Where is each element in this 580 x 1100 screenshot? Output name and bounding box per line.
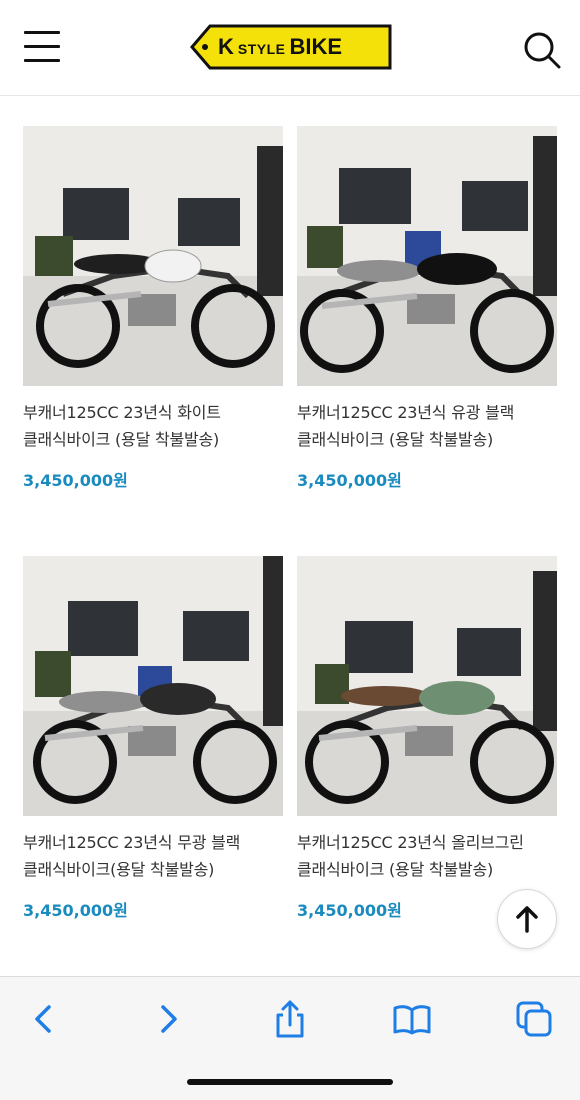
logo-text: K STYLE BIKE <box>218 24 342 70</box>
site-logo[interactable]: K STYLE BIKE <box>190 24 393 70</box>
back-icon[interactable] <box>24 999 64 1039</box>
product-card[interactable]: 부캐너125CC 23년식 무광 블랙 클래식바이크(용달 착불발송) 3,45… <box>23 556 283 921</box>
product-title[interactable]: 부캐너125CC 23년식 화이트 클래식바이크 (용달 착불발송) <box>23 399 283 453</box>
product-title[interactable]: 부캐너125CC 23년식 유광 블랙 클래식바이크 (용달 착불발송) <box>297 399 557 453</box>
scroll-top-button[interactable] <box>497 889 557 949</box>
product-price: 3,450,000원 <box>23 471 128 490</box>
product-card[interactable]: 부캐너125CC 23년식 올리브그린 클래식바이크 (용달 착불발송) 3,4… <box>297 556 557 921</box>
product-image[interactable] <box>297 556 557 816</box>
product-price: 3,450,000원 <box>297 471 402 490</box>
site-header: K STYLE BIKE <box>0 0 580 96</box>
product-price: 3,450,000원 <box>23 901 128 920</box>
hamburger-menu-icon[interactable] <box>24 31 60 63</box>
tabs-icon[interactable] <box>514 999 554 1039</box>
logo-bike: BIKE <box>289 34 343 59</box>
share-icon[interactable] <box>270 999 310 1039</box>
product-image[interactable] <box>23 126 283 386</box>
product-grid: 부캐너125CC 23년식 화이트 클래식바이크 (용달 착불발송) 3,450… <box>0 96 580 976</box>
logo-style: STYLE <box>237 41 286 57</box>
forward-icon[interactable] <box>148 999 188 1039</box>
bookmarks-icon[interactable] <box>392 999 432 1039</box>
product-title[interactable]: 부캐너125CC 23년식 무광 블랙 클래식바이크(용달 착불발송) <box>23 829 283 883</box>
product-image[interactable] <box>297 126 557 386</box>
product-title[interactable]: 부캐너125CC 23년식 올리브그린 클래식바이크 (용달 착불발송) <box>297 829 557 883</box>
logo-k: K <box>218 34 234 59</box>
arrow-up-icon <box>516 906 538 933</box>
product-image[interactable] <box>23 556 283 816</box>
product-card[interactable]: 부캐너125CC 23년식 화이트 클래식바이크 (용달 착불발송) 3,450… <box>23 126 283 491</box>
product-card[interactable]: 부캐너125CC 23년식 유광 블랙 클래식바이크 (용달 착불발송) 3,4… <box>297 126 557 491</box>
home-indicator[interactable] <box>187 1079 393 1085</box>
search-icon[interactable] <box>522 30 562 70</box>
